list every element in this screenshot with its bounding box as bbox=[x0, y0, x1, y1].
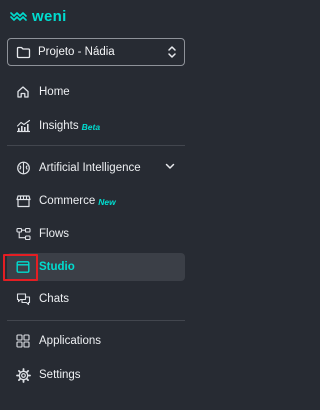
store-icon bbox=[15, 193, 31, 209]
chart-icon bbox=[15, 118, 31, 134]
sidebar-item-flows[interactable]: Flows bbox=[7, 220, 185, 248]
chevron-down-icon[interactable] bbox=[165, 163, 175, 170]
logo-text: weni bbox=[32, 7, 67, 25]
sidebar-item-home[interactable]: Home bbox=[7, 78, 185, 106]
apps-grid-icon bbox=[15, 333, 31, 349]
sidebar-item-chats[interactable]: Chats bbox=[7, 285, 185, 313]
sidebar-item-insights[interactable]: Insights Beta bbox=[7, 112, 185, 140]
sidebar-item-label: Settings bbox=[39, 369, 81, 381]
weni-logo-icon bbox=[10, 10, 28, 22]
sidebar-item-label: Insights bbox=[39, 120, 79, 132]
sidebar-item-settings[interactable]: Settings bbox=[7, 361, 185, 389]
flow-icon bbox=[15, 226, 31, 242]
sidebar-item-label: Artificial Intelligence bbox=[39, 162, 141, 174]
folder-icon bbox=[16, 46, 31, 59]
divider bbox=[7, 145, 185, 146]
home-icon bbox=[15, 84, 31, 100]
brain-icon bbox=[15, 160, 31, 176]
project-name: Projeto - Nádia bbox=[38, 46, 115, 58]
chevron-up-down-icon bbox=[167, 45, 177, 59]
sidebar-item-label: Flows bbox=[39, 228, 70, 240]
window-icon bbox=[15, 259, 31, 275]
beta-badge: Beta bbox=[81, 122, 101, 132]
sidebar-item-label: Home bbox=[39, 86, 70, 98]
sidebar-item-label: Commerce bbox=[39, 195, 96, 207]
sidebar-item-label: Studio bbox=[39, 261, 75, 273]
gear-icon bbox=[15, 367, 31, 383]
weni-logo[interactable]: weni bbox=[10, 7, 67, 25]
sidebar-item-commerce[interactable]: Commerce New bbox=[7, 187, 185, 215]
sidebar-item-studio[interactable]: Studio bbox=[7, 253, 185, 281]
divider bbox=[7, 320, 185, 321]
sidebar-item-label: Applications bbox=[39, 335, 102, 347]
sidebar-item-label: Chats bbox=[39, 293, 70, 305]
project-select[interactable]: Projeto - Nádia bbox=[7, 38, 185, 66]
chat-icon bbox=[15, 291, 31, 307]
sidebar-item-applications[interactable]: Applications bbox=[7, 327, 185, 355]
new-badge: New bbox=[98, 197, 116, 207]
sidebar-item-artificial-intelligence[interactable]: Artificial Intelligence bbox=[7, 154, 185, 182]
